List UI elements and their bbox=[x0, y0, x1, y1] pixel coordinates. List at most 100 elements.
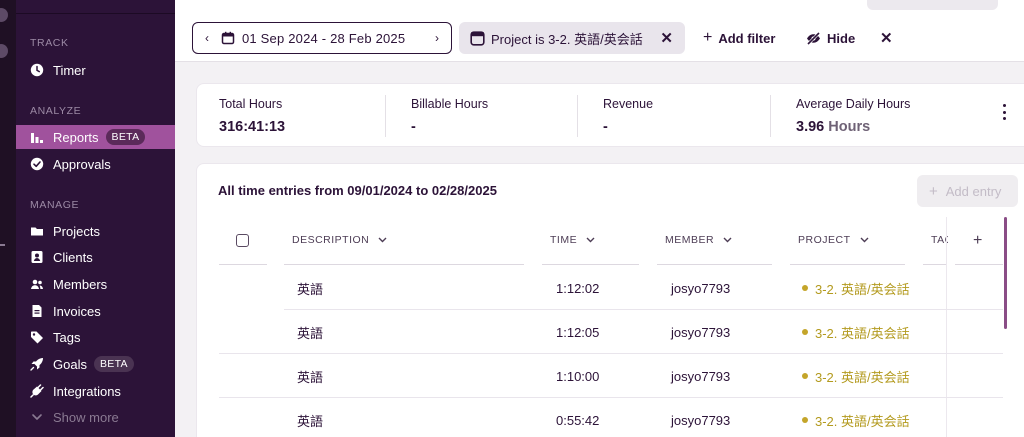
table-row[interactable]: 英語 1:12:05 josyo7793 3-2. 英語/英会話 bbox=[197, 310, 1024, 354]
column-label: DESCRIPTION bbox=[292, 234, 370, 246]
column-label: MEMBER bbox=[665, 234, 715, 246]
entry-time: 1:12:02 bbox=[556, 280, 600, 296]
entry-project-label: 3-2. 英語/英会話 bbox=[815, 281, 910, 297]
project-filter-chip[interactable]: Project is 3-2. 英語/英会話 ✕ bbox=[459, 22, 685, 54]
sidebar-top-edge bbox=[16, 0, 175, 14]
revenue-value: - bbox=[603, 119, 608, 135]
sidebar-item-clients[interactable]: Clients bbox=[16, 245, 175, 269]
entry-project: 3-2. 英語/英会話 bbox=[802, 354, 917, 398]
stat-divider bbox=[770, 95, 771, 137]
project-color-dot bbox=[802, 417, 808, 423]
entries-title: All time entries from 09/01/2024 to 02/2… bbox=[218, 183, 497, 198]
entry-member: josyo7793 bbox=[671, 412, 731, 428]
entry-description: 英語 bbox=[297, 325, 324, 341]
sidebar-item-tags[interactable]: Tags bbox=[16, 325, 175, 349]
sidebar-item-label: Clients bbox=[53, 249, 93, 265]
toolbar-ghost-button[interactable] bbox=[867, 0, 998, 10]
chevron-left-icon[interactable]: ‹ bbox=[193, 31, 221, 45]
project-color-dot bbox=[802, 329, 808, 335]
sidebar-item-timer[interactable]: Timer bbox=[16, 58, 175, 82]
remove-filter-icon[interactable]: ✕ bbox=[660, 29, 673, 47]
project-color-dot bbox=[802, 373, 808, 379]
hide-button[interactable]: Hide bbox=[806, 22, 855, 54]
entry-project-label: 3-2. 英語/英会話 bbox=[815, 369, 910, 385]
chevron-down-icon bbox=[586, 237, 595, 243]
average-daily-hours-label: Average Daily Hours bbox=[796, 97, 911, 111]
billable-hours-label: Billable Hours bbox=[411, 97, 489, 111]
entry-time: 1:12:05 bbox=[556, 324, 600, 340]
time-entries-card: All time entries from 09/01/2024 to 02/2… bbox=[196, 163, 1024, 437]
entry-description: 英語 bbox=[297, 281, 324, 297]
hide-label: Hide bbox=[827, 30, 856, 46]
header-underline bbox=[955, 264, 1003, 265]
add-entry-label: Add entry bbox=[945, 183, 1002, 199]
date-range-picker[interactable]: ‹ 01 Sep 2024 - 28 Feb 2025 › bbox=[192, 22, 452, 54]
sidebar-item-invoices[interactable]: Invoices bbox=[16, 299, 175, 323]
bar-chart-icon bbox=[30, 130, 44, 144]
sidebar: TRACK Timer ANALYZE Reports BETA Approva… bbox=[16, 0, 175, 437]
beta-badge: BETA bbox=[105, 129, 146, 145]
invoice-icon bbox=[30, 304, 44, 318]
plus-icon: + bbox=[929, 182, 938, 200]
column-header-time[interactable]: TIME bbox=[550, 234, 595, 246]
check-circle-icon bbox=[30, 157, 44, 171]
entry-time: 0:55:42 bbox=[556, 412, 600, 428]
folder-icon bbox=[30, 224, 44, 238]
sidebar-item-label: Goals bbox=[53, 356, 87, 372]
revenue-label: Revenue bbox=[603, 97, 654, 111]
entry-project-label: 3-2. 英語/英会話 bbox=[815, 325, 910, 341]
rocket-icon bbox=[30, 357, 44, 371]
sidebar-item-label: Invoices bbox=[53, 303, 101, 319]
column-header-member[interactable]: MEMBER bbox=[665, 234, 732, 246]
table-row[interactable]: 英語 1:12:02 josyo7793 3-2. 英語/英会話 bbox=[197, 266, 1024, 310]
project-board-icon bbox=[470, 30, 485, 46]
sidebar-item-label: Projects bbox=[53, 223, 100, 239]
entry-member: josyo7793 bbox=[671, 324, 731, 340]
tag-icon bbox=[30, 330, 44, 344]
column-label: PROJECT bbox=[798, 234, 851, 246]
chevron-down-icon bbox=[860, 237, 869, 243]
add-filter-button[interactable]: + Add filter bbox=[703, 22, 775, 54]
add-entry-button[interactable]: + Add entry bbox=[917, 175, 1018, 207]
chevron-down-icon bbox=[30, 410, 44, 424]
sidebar-item-label: Reports bbox=[53, 129, 99, 145]
sidebar-item-integrations[interactable]: Integrations bbox=[16, 379, 175, 403]
add-column-icon[interactable]: + bbox=[973, 232, 982, 250]
sidebar-item-reports[interactable]: Reports BETA bbox=[16, 125, 175, 149]
sidebar-item-label: Show more bbox=[53, 409, 119, 425]
clock-icon bbox=[30, 63, 44, 77]
section-label-analyze: ANALYZE bbox=[30, 105, 82, 117]
chevron-down-icon bbox=[723, 237, 732, 243]
table-row[interactable]: 英語 1:10:00 josyo7793 3-2. 英語/英会話 bbox=[197, 354, 1024, 398]
entry-description: 英語 bbox=[297, 369, 324, 385]
sidebar-item-goals[interactable]: Goals BETA bbox=[16, 352, 175, 376]
header-underline bbox=[923, 264, 947, 265]
summary-card: Total Hours 316:41:13 Billable Hours - R… bbox=[196, 83, 1024, 147]
total-hours-value: 316:41:13 bbox=[219, 119, 286, 135]
column-header-project[interactable]: PROJECT bbox=[798, 234, 869, 246]
workspace-avatar[interactable] bbox=[0, 8, 8, 22]
sidebar-item-approvals[interactable]: Approvals bbox=[16, 152, 175, 176]
billable-hours-value: - bbox=[411, 119, 416, 135]
sidebar-item-projects[interactable]: Projects bbox=[16, 219, 175, 243]
header-underline bbox=[219, 264, 267, 265]
column-header-description[interactable]: DESCRIPTION bbox=[292, 234, 387, 246]
beta-badge: BETA bbox=[93, 356, 134, 372]
entry-project: 3-2. 英語/英会話 bbox=[802, 310, 917, 354]
table-row[interactable]: 英語 0:55:42 josyo7793 3-2. 英語/英会話 bbox=[197, 398, 1024, 437]
sidebar-item-members[interactable]: Members bbox=[16, 272, 175, 296]
strip-marker bbox=[0, 244, 5, 246]
average-daily-hours-value: 3.96 Hours bbox=[796, 119, 870, 135]
select-all-checkbox[interactable] bbox=[236, 234, 249, 247]
section-label-manage: MANAGE bbox=[30, 199, 80, 211]
sidebar-item-label: Timer bbox=[53, 62, 86, 78]
chevron-right-icon[interactable]: › bbox=[423, 31, 451, 45]
header-underline bbox=[790, 264, 905, 265]
sidebar-show-more[interactable]: Show more bbox=[16, 405, 175, 429]
average-daily-hours-unit: Hours bbox=[828, 119, 871, 135]
clear-filters-icon[interactable]: ✕ bbox=[880, 22, 893, 54]
add-filter-label: Add filter bbox=[718, 30, 776, 46]
workspace-avatar-secondary[interactable] bbox=[0, 44, 8, 58]
sidebar-item-label: Integrations bbox=[53, 383, 121, 399]
more-options-icon[interactable] bbox=[999, 102, 1009, 122]
